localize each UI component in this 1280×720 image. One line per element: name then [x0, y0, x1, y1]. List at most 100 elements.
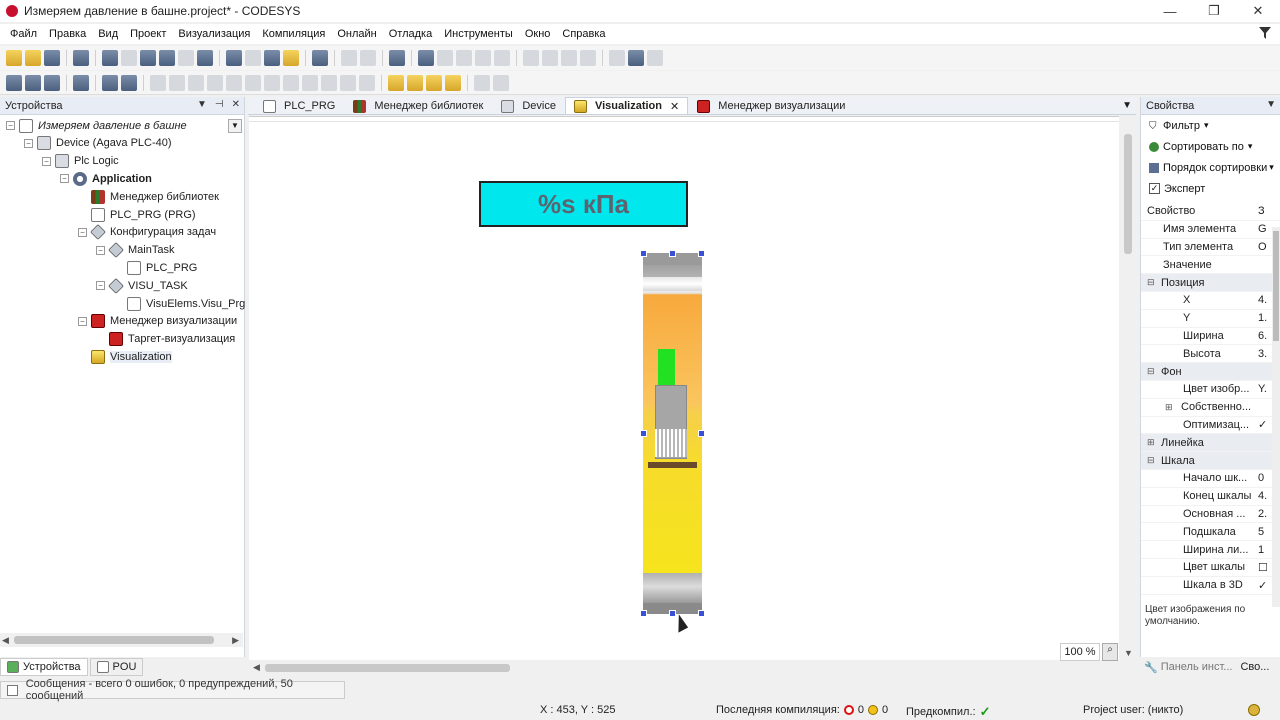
property-value[interactable]: 4. — [1258, 294, 1270, 306]
collapse-icon[interactable]: − — [6, 121, 15, 130]
property-row[interactable]: Конец шкалы 4. — [1141, 488, 1280, 506]
panel-close-icon[interactable]: ✕ — [232, 99, 240, 110]
property-value[interactable]: 1. — [1258, 312, 1270, 324]
menu-file[interactable]: Файл — [4, 28, 43, 40]
zoom-dropdown-icon[interactable]: ▼ — [1124, 648, 1133, 658]
tree-item[interactable]: − Измеряем давление в башне — [6, 117, 187, 134]
devices-horizontal-scrollbar[interactable]: ◀ ▶ — [0, 633, 243, 647]
resize-handle-ne[interactable] — [698, 250, 705, 257]
reset-icon[interactable] — [494, 50, 510, 66]
property-value[interactable]: 1 — [1258, 544, 1270, 556]
menu-online[interactable]: Онлайн — [331, 28, 382, 40]
tab-devices[interactable]: Устройства — [0, 658, 88, 676]
menu-edit[interactable]: Правка — [43, 28, 92, 40]
resize-handle-se[interactable] — [698, 610, 705, 617]
collapse-icon[interactable]: − — [78, 316, 87, 326]
tree-item[interactable]: PLC_PRG (PRG) — [78, 206, 196, 223]
same-height-icon[interactable] — [321, 74, 337, 91]
canvas-vertical-scrollbar[interactable] — [1121, 116, 1135, 660]
insert-object-icon[interactable] — [341, 50, 357, 66]
scroll-thumb[interactable] — [14, 636, 214, 644]
step-into-icon[interactable] — [542, 50, 558, 66]
redo-icon[interactable] — [121, 50, 137, 66]
visu-zoom-icon[interactable] — [25, 74, 41, 91]
collapse-icon[interactable]: − — [60, 174, 69, 184]
bring-forward-icon[interactable] — [426, 74, 442, 91]
distribute-v-icon[interactable] — [283, 74, 299, 91]
properties-scrollbar[interactable] — [1272, 227, 1280, 607]
open-project-icon[interactable] — [25, 50, 41, 66]
build-icon[interactable] — [418, 50, 434, 66]
align-bottom-icon[interactable] — [245, 74, 261, 91]
property-row[interactable]: Свойство З — [1141, 203, 1280, 221]
bring-front-icon[interactable] — [388, 74, 404, 91]
run-icon[interactable] — [456, 50, 472, 66]
collapse-icon[interactable]: ⊟ — [1147, 366, 1155, 377]
copy-icon[interactable] — [159, 50, 175, 66]
find-icon[interactable] — [226, 50, 242, 66]
collapse-icon[interactable]: − — [96, 245, 105, 255]
property-row[interactable]: Цвет изобр... Y. — [1141, 381, 1280, 399]
step-over-icon[interactable] — [523, 50, 539, 66]
undo-icon[interactable] — [102, 50, 118, 66]
distribute-h-icon[interactable] — [264, 74, 280, 91]
tab-device[interactable]: Device — [492, 97, 565, 114]
collapse-icon[interactable]: − — [24, 138, 33, 148]
expand-icon[interactable]: ⊞ — [1165, 402, 1173, 413]
delete-icon[interactable] — [197, 50, 213, 66]
property-value[interactable]: ✓ — [1258, 579, 1270, 592]
expert-checkbox[interactable]: ✓ — [1149, 183, 1160, 194]
menu-view[interactable]: Вид — [92, 28, 124, 40]
stop-icon[interactable] — [475, 50, 491, 66]
tree-item[interactable]: − VISU_TASK — [96, 277, 188, 294]
tree-item[interactable]: − MainTask — [96, 242, 174, 259]
tree-item[interactable]: Таргет-визуализация — [96, 331, 235, 348]
property-row[interactable]: ⊞ Собственно... — [1141, 399, 1280, 417]
tab-close-icon[interactable]: ✕ — [670, 100, 679, 113]
collapse-icon[interactable]: ⊟ — [1147, 277, 1155, 288]
calculator-icon[interactable] — [389, 50, 405, 66]
property-value[interactable]: 5 — [1258, 526, 1270, 538]
property-row[interactable]: Y 1. — [1141, 310, 1280, 328]
tab-visu-manager[interactable]: Менеджер визуализации — [688, 97, 854, 114]
send-back-icon[interactable] — [407, 74, 423, 91]
tree-dropdown-icon[interactable]: ▼ — [228, 119, 242, 133]
breakpoint-icon[interactable] — [580, 50, 596, 66]
property-row[interactable]: Подшкала 5 — [1141, 523, 1280, 542]
paste-icon[interactable] — [178, 50, 194, 66]
scroll-left-arrow-icon[interactable]: ◀ — [253, 662, 260, 673]
select-all-icon[interactable] — [312, 50, 328, 66]
scroll-left-arrow-icon[interactable]: ◀ — [2, 635, 9, 646]
replace-icon[interactable] — [245, 50, 261, 66]
scroll-right-arrow-icon[interactable]: ▶ — [232, 635, 239, 646]
property-row[interactable]: Ширина ли... 1 — [1141, 541, 1280, 559]
print-icon[interactable] — [73, 50, 89, 66]
sort-by-button[interactable]: Сортировать по ▾ — [1141, 136, 1280, 157]
expert-toggle[interactable]: ✓ Эксперт — [1141, 178, 1280, 199]
zoom-magnifier-icon[interactable]: ⌕ — [1102, 643, 1118, 661]
resize-handle-w[interactable] — [640, 430, 647, 437]
property-row[interactable]: ⊞ Линейка — [1141, 434, 1280, 453]
tree-item[interactable]: PLC_PRG — [114, 259, 197, 276]
property-row[interactable]: Цвет шкалы ☐ — [1141, 559, 1280, 577]
menu-window[interactable]: Окно — [519, 28, 557, 40]
visu-frame-icon[interactable] — [73, 74, 89, 91]
resize-handle-e[interactable] — [698, 430, 705, 437]
messages-bar[interactable]: Сообщения - всего 0 ошибок, 0 предупрежд… — [0, 678, 345, 702]
property-value[interactable]: 3. — [1258, 348, 1270, 360]
property-row[interactable]: Начало шк... 0 — [1141, 470, 1280, 488]
visu-grid-icon[interactable] — [44, 74, 60, 91]
property-row[interactable]: Значение — [1141, 256, 1280, 275]
force-values-icon[interactable] — [628, 50, 644, 66]
property-row[interactable]: Шкала в 3D ✓ — [1141, 577, 1280, 595]
collapse-icon[interactable]: − — [96, 281, 105, 291]
property-row[interactable]: Имя элемента G — [1141, 221, 1280, 239]
property-value[interactable]: Y. — [1258, 383, 1270, 395]
bookmark-icon[interactable] — [283, 50, 299, 66]
menu-debug[interactable]: Отладка — [383, 28, 438, 40]
write-values-icon[interactable] — [647, 50, 663, 66]
align-middle-icon[interactable] — [226, 74, 242, 91]
same-width-icon[interactable] — [302, 74, 318, 91]
tab-toolbox[interactable]: 🔧 Панель инст... — [1140, 658, 1236, 676]
property-value[interactable]: 6. — [1258, 330, 1270, 342]
